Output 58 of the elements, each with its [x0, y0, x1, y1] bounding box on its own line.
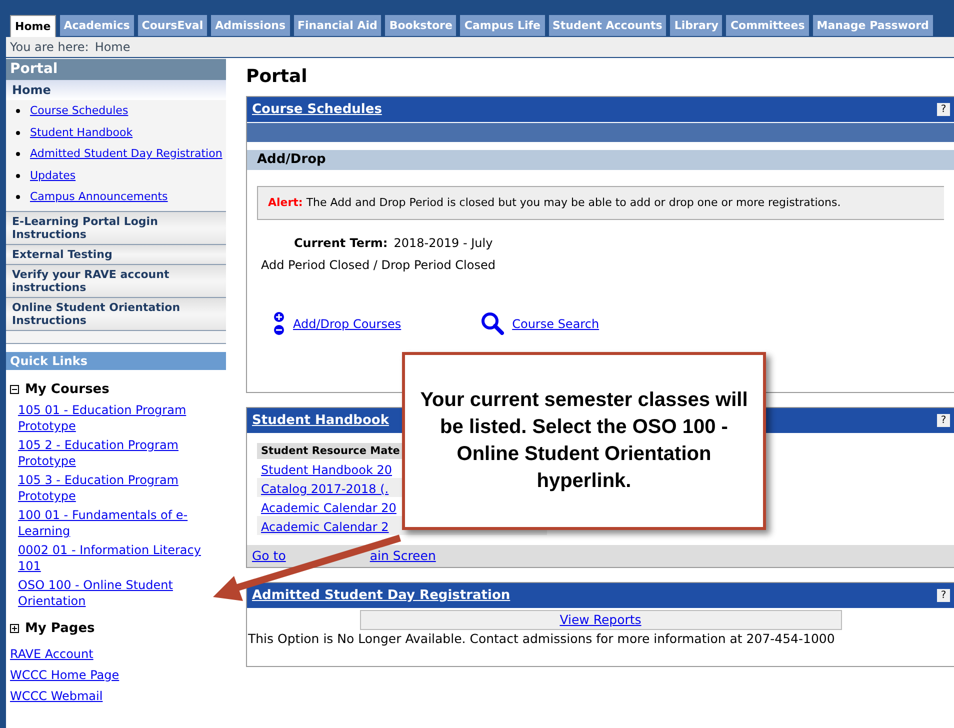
main-screen-link[interactable]: ain Screen	[370, 546, 436, 566]
breadcrumb-current: Home	[94, 39, 130, 56]
search-icon[interactable]	[481, 312, 504, 335]
panel-title-link[interactable]: Admitted Student Day Registration	[252, 586, 510, 606]
sidebar-link[interactable]: Course Schedules	[30, 103, 128, 120]
portal-header: Portal	[6, 59, 226, 80]
course-link[interactable]: 0002 01 - Information Literacy 101	[18, 542, 210, 574]
action-link[interactable]: Add/Drop Courses	[293, 315, 402, 333]
term-value: 2018-2019 - July	[394, 235, 493, 252]
action-link[interactable]: Course Search	[512, 314, 600, 332]
quick-links-header: Quick Links	[6, 344, 226, 370]
page-link[interactable]: WCCC Webmail	[10, 688, 103, 704]
view-reports-button[interactable]: View Reports	[360, 610, 842, 630]
period-status: Add Period Closed / Drop Period Closed	[260, 257, 496, 274]
bullet-icon	[16, 130, 20, 135]
sidebar-link[interactable]: Updates	[30, 168, 76, 184]
breadcrumb-label: You are here:	[10, 39, 89, 56]
resource-link[interactable]: Academic Calendar 20	[261, 501, 396, 515]
group-header: My Pages	[25, 620, 95, 638]
sidebar-link[interactable]: Admitted Student Day Registration	[30, 146, 222, 162]
alert-text: Alert: The Add and Drop Period is closed but you may be able to add or drop one or more registrations.	[268, 194, 841, 211]
sidebar-link[interactable]: Student Handbook	[30, 124, 133, 141]
course-link[interactable]: 100 01 - Fundamentals of e-Learning	[18, 507, 210, 539]
course-link[interactable]: 105 3 - Education Program Prototype	[18, 472, 210, 504]
collapse-icon[interactable]	[10, 384, 19, 394]
sidebar-link[interactable]: Campus Announcements	[30, 189, 168, 206]
nav-tab[interactable]: Home	[10, 15, 56, 37]
main-screen-link[interactable]: Go to	[252, 546, 286, 566]
page-link[interactable]: RAVE Account	[10, 646, 94, 662]
bullet-icon	[16, 152, 20, 156]
plus-minus-icon[interactable]	[273, 312, 285, 336]
sidebar-item[interactable]: External Testing	[6, 244, 226, 264]
bullet-icon	[16, 109, 20, 114]
sidebar-item[interactable]: Verify your RAVE account instructions	[6, 264, 226, 296]
resource-link[interactable]: Academic Calendar 2	[261, 520, 389, 534]
bullet-icon	[16, 174, 20, 178]
help-button[interactable]: ?	[937, 103, 950, 116]
page-title: Portal	[246, 66, 308, 88]
panel-title-link[interactable]: Student Handbook	[252, 410, 389, 430]
resource-link[interactable]: Catalog 2017-2018 (.	[261, 482, 389, 496]
section-header: Home	[6, 80, 226, 100]
section-header: Add/Drop	[247, 150, 954, 170]
course-link[interactable]: 105 2 - Education Program Prototype	[18, 437, 210, 469]
help-button[interactable]: ?	[937, 414, 950, 427]
help-button[interactable]: ?	[937, 589, 950, 602]
availability-message: This Option is No Longer Available. Contact admissions for more information at 207-454-1000	[247, 630, 836, 648]
panel-title-link[interactable]: Course Schedules	[252, 100, 382, 120]
group-header: My Courses	[25, 380, 110, 398]
term-label: Current Term:	[294, 235, 388, 252]
callout-box: Your current semester classes will be listed. Select the OSO 100 - Online Student Orientation hyperlink.	[402, 352, 766, 530]
page-link[interactable]: WCCC Home Page	[10, 666, 120, 682]
expand-icon[interactable]	[10, 624, 19, 634]
sidebar-item[interactable]: Online Student Orientation Instructions	[6, 296, 226, 330]
course-link[interactable]: OSO 100 - Online Student Orientation	[18, 577, 210, 609]
sidebar-item[interactable]: E-Learning Portal Login Instructions	[6, 210, 226, 244]
resource-link[interactable]: Student Handbook 20	[261, 463, 392, 477]
course-link[interactable]: 105 01 - Education Program Prototype	[18, 402, 210, 434]
bullet-icon	[16, 195, 20, 200]
